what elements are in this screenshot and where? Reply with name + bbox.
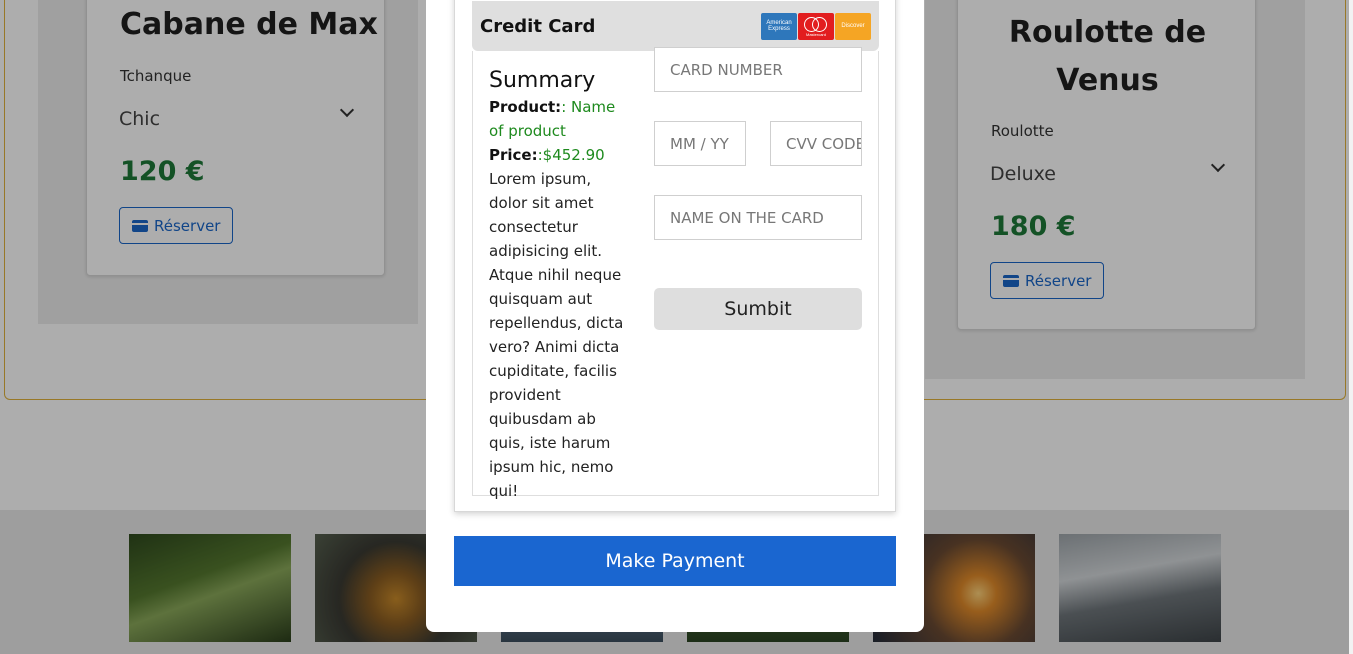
scrollbar[interactable] [1349,0,1353,654]
card-number-input[interactable]: CARD NUMBER [654,47,862,92]
expiry-input[interactable]: MM / YY [654,121,746,166]
discover-logo-icon: Discover [835,12,871,40]
amex-logo-icon: American Express [761,12,797,40]
credit-card-title: Credit Card [480,15,596,37]
name-on-card-input[interactable]: NAME ON THE CARD [654,195,862,240]
mastercard-logo-icon: Mastercard [798,12,834,40]
make-payment-button[interactable]: Make Payment [454,536,896,586]
credit-card-body: Summary Product:: Name of product Price:… [472,47,879,500]
price-value: :$452.90 [537,146,605,164]
cvv-input[interactable]: CVV CODE [770,121,862,166]
credit-card-form: Credit Card American Express Mastercard … [454,0,896,512]
summary-description: Lorem ipsum, dolor sit amet consectetur … [489,170,624,500]
payment-modal: Credit Card American Express Mastercard … [426,0,924,632]
order-summary: Summary Product:: Name of product Price:… [489,67,631,503]
card-logos: American Express Mastercard Discover [761,12,871,40]
submit-button[interactable]: Sumbit [654,288,862,330]
product-label: Product: [489,98,562,116]
credit-card-header: Credit Card American Express Mastercard … [472,1,879,51]
summary-title: Summary [489,68,596,93]
price-label: Price: [489,146,538,164]
